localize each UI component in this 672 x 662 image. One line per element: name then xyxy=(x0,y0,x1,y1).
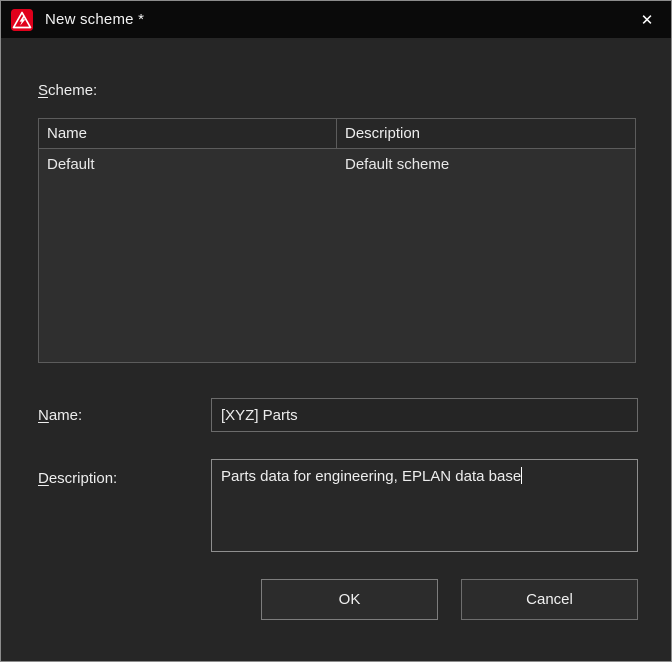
new-scheme-dialog: New scheme * ✕ Scheme: Name Description … xyxy=(0,0,672,662)
name-label: Name: xyxy=(38,407,82,424)
eplan-logo-icon xyxy=(11,9,33,31)
text-caret xyxy=(521,467,522,484)
scheme-label-mnemonic: S xyxy=(38,82,48,99)
cancel-button[interactable]: Cancel xyxy=(461,579,638,620)
column-header-description[interactable]: Description xyxy=(337,119,635,148)
name-label-mnemonic: N xyxy=(38,407,49,424)
description-label-mnemonic: D xyxy=(38,470,49,487)
name-input[interactable] xyxy=(211,398,638,432)
description-text: Parts data for engineering, EPLAN data b… xyxy=(221,468,521,485)
window-title: New scheme * xyxy=(45,11,144,28)
ok-button[interactable]: OK xyxy=(261,579,438,620)
table-row-default[interactable]: Default Default scheme xyxy=(39,149,635,180)
description-label-rest: escription: xyxy=(49,470,117,487)
name-label-rest: ame: xyxy=(49,407,82,424)
scheme-label-rest: cheme: xyxy=(48,82,97,99)
close-icon[interactable]: ✕ xyxy=(623,1,671,38)
scheme-label: Scheme: xyxy=(38,82,97,99)
cell-name: Default xyxy=(39,149,337,180)
description-textarea[interactable]: Parts data for engineering, EPLAN data b… xyxy=(211,459,638,552)
scheme-table-header: Name Description xyxy=(39,119,635,149)
scheme-table: Name Description Default Default scheme xyxy=(38,118,636,363)
close-glyph: ✕ xyxy=(641,11,654,29)
column-header-name[interactable]: Name xyxy=(39,119,337,148)
description-label: Description: xyxy=(38,470,117,487)
titlebar[interactable]: New scheme * ✕ xyxy=(1,1,671,38)
cell-description: Default scheme xyxy=(337,149,635,180)
